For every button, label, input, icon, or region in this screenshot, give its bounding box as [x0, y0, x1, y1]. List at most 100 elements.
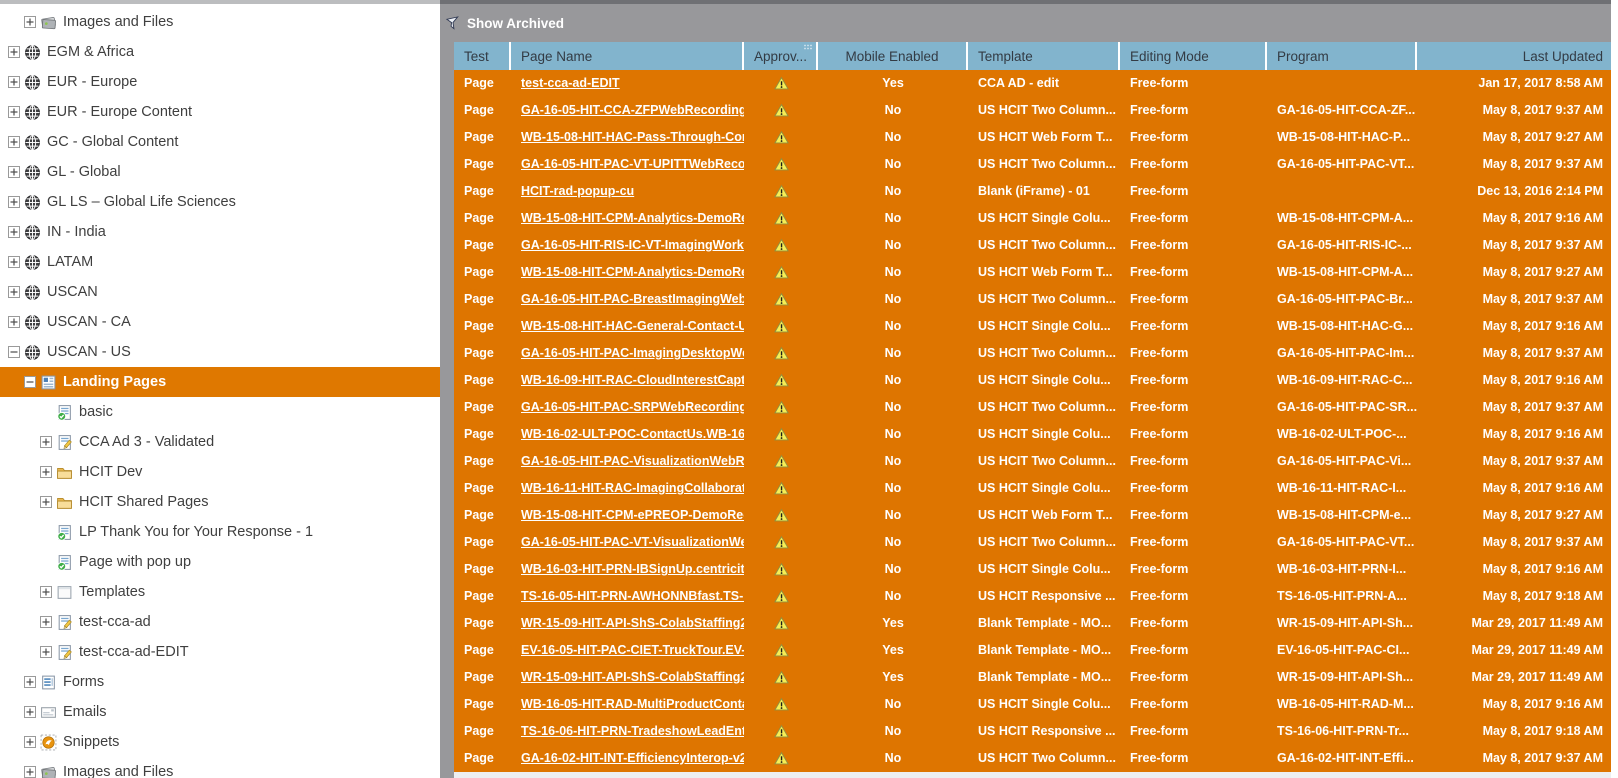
expander-icon[interactable] [40, 556, 52, 568]
expander-icon[interactable] [40, 406, 52, 418]
column-header-template[interactable]: Template [968, 42, 1120, 70]
column-header-approval[interactable]: Approv... [744, 42, 818, 70]
tree-item[interactable]: Emails [0, 697, 440, 727]
tree-item[interactable]: Templates [0, 577, 440, 607]
page-name-link[interactable]: WB-16-09-HIT-RAC-CloudInterestCaptu [521, 373, 744, 387]
tree-item[interactable]: Snippets [0, 727, 440, 757]
expander-icon[interactable] [24, 16, 36, 28]
page-name-link[interactable]: WB-16-02-ULT-POC-ContactUs.WB-16- [521, 427, 744, 441]
table-row[interactable]: Page WB-16-02-ULT-POC-ContactUs.WB-16- N… [454, 421, 1611, 448]
page-name-link[interactable]: WB-15-08-HIT-HAC-General-Contact-U [521, 319, 744, 333]
page-name-link[interactable]: GA-16-05-HIT-PAC-VT-UPITTWebRecor [521, 157, 744, 171]
show-archived-toggle[interactable]: Show Archived [467, 16, 564, 31]
column-header-mobile-enabled[interactable]: Mobile Enabled [818, 42, 968, 70]
table-row[interactable]: Page WR-15-09-HIT-API-ShS-ColabStaffing2… [454, 610, 1611, 637]
table-row[interactable]: Page HCIT-rad-popup-cu No Blank (iFrame)… [454, 178, 1611, 205]
tree-item[interactable]: EUR - Europe [0, 67, 440, 97]
table-row[interactable]: Page GA-16-02-HIT-INT-EfficiencyInterop-… [454, 745, 1611, 772]
table-row[interactable]: Page GA-16-05-HIT-CCA-ZFPWebRecording. N… [454, 97, 1611, 124]
tree-item[interactable]: GL - Global [0, 157, 440, 187]
page-name-link[interactable]: GA-16-05-HIT-PAC-SRPWebRecording. [521, 400, 744, 414]
table-row[interactable]: Page WB-16-09-HIT-RAC-CloudInterestCaptu… [454, 367, 1611, 394]
page-name-link[interactable]: WB-16-05-HIT-RAD-MultiProductConta [521, 697, 744, 711]
column-header-program[interactable]: Program [1267, 42, 1417, 70]
tree-item[interactable]: Images and Files [0, 757, 440, 778]
expander-icon[interactable] [8, 226, 20, 238]
page-name-link[interactable]: WB-15-08-HIT-CPM-Analytics-DemoRe [521, 265, 744, 279]
expander-icon[interactable] [8, 76, 20, 88]
tree-item[interactable]: HCIT Dev [0, 457, 440, 487]
expander-icon[interactable] [40, 496, 52, 508]
table-row[interactable]: Page GA-16-05-HIT-PAC-VisualizationWebRe… [454, 448, 1611, 475]
page-name-link[interactable]: WR-15-09-HIT-API-ShS-ColabStaffing2- [521, 670, 744, 684]
table-row[interactable]: Page TS-16-05-HIT-PRN-AWHONNBfast.TS-1 N… [454, 583, 1611, 610]
table-row[interactable]: Page test-cca-ad-EDIT Yes CCA AD - edit … [454, 70, 1611, 97]
page-name-link[interactable]: test-cca-ad-EDIT [521, 76, 620, 90]
tree-item[interactable]: LATAM [0, 247, 440, 277]
expander-icon[interactable] [40, 526, 52, 538]
tree-item[interactable]: LP Thank You for Your Response - 1 [0, 517, 440, 547]
table-row[interactable]: Page TS-16-06-HIT-PRN-TradeshowLeadEntr … [454, 718, 1611, 745]
expander-icon[interactable] [8, 316, 20, 328]
tree-item[interactable]: CCA Ad 3 - Validated [0, 427, 440, 457]
page-name-link[interactable]: GA-16-02-HIT-INT-EfficiencyInterop-v2 [521, 751, 744, 765]
table-row[interactable]: Page WB-15-08-HIT-CPM-ePREOP-DemoRec No … [454, 502, 1611, 529]
column-resize-grip-icon[interactable] [803, 44, 813, 51]
column-header-last-updated[interactable]: Last Updated [1417, 42, 1611, 70]
page-name-link[interactable]: WB-16-11-HIT-RAC-ImagingCollaborat [521, 481, 744, 495]
tree-item[interactable]: USCAN [0, 277, 440, 307]
table-row[interactable]: Page GA-16-05-HIT-PAC-VT-UPITTWebRecor N… [454, 151, 1611, 178]
tree-item[interactable]: Images and Files [0, 7, 440, 37]
column-header-test[interactable]: Test [454, 42, 511, 70]
page-name-link[interactable]: WB-15-08-HIT-CPM-ePREOP-DemoRec [521, 508, 744, 522]
expander-icon[interactable] [24, 706, 36, 718]
page-name-link[interactable]: GA-16-05-HIT-PAC-VisualizationWebRe [521, 454, 744, 468]
expander-icon[interactable] [24, 376, 36, 388]
funnel-icon[interactable] [445, 16, 460, 31]
tree-item[interactable]: EUR - Europe Content [0, 97, 440, 127]
expander-icon[interactable] [24, 766, 36, 778]
expander-icon[interactable] [40, 586, 52, 598]
page-name-link[interactable]: EV-16-05-HIT-PAC-CIET-TruckTour.EV-1 [521, 643, 744, 657]
expander-icon[interactable] [8, 196, 20, 208]
tree-item[interactable]: Page with pop up [0, 547, 440, 577]
table-row[interactable]: Page WR-15-09-HIT-API-ShS-ColabStaffing2… [454, 664, 1611, 691]
expander-icon[interactable] [8, 136, 20, 148]
column-header-editing-mode[interactable]: Editing Mode [1120, 42, 1267, 70]
table-row[interactable]: Page GA-16-05-HIT-PAC-VT-VisualizationWe… [454, 529, 1611, 556]
page-name-link[interactable]: GA-16-05-HIT-PAC-VT-VisualizationWel [521, 535, 744, 549]
tree-item[interactable]: IN - India [0, 217, 440, 247]
tree-item[interactable]: test-cca-ad [0, 607, 440, 637]
expander-icon[interactable] [8, 166, 20, 178]
expander-icon[interactable] [8, 346, 20, 358]
table-row[interactable]: Page GA-16-05-HIT-PAC-BreastImagingWeb N… [454, 286, 1611, 313]
page-name-link[interactable]: TS-16-05-HIT-PRN-AWHONNBfast.TS-1 [521, 589, 744, 603]
page-name-link[interactable]: WR-15-09-HIT-API-ShS-ColabStaffing2- [521, 616, 744, 630]
expander-icon[interactable] [24, 676, 36, 688]
expander-icon[interactable] [8, 286, 20, 298]
expander-icon[interactable] [24, 736, 36, 748]
expander-icon[interactable] [40, 466, 52, 478]
tree-item[interactable]: Forms [0, 667, 440, 697]
tree-item[interactable]: Landing Pages [0, 367, 440, 397]
page-name-link[interactable]: WB-16-03-HIT-PRN-IBSignUp.centricity [521, 562, 744, 576]
table-row[interactable]: Page WB-16-05-HIT-RAD-MultiProductConta … [454, 691, 1611, 718]
tree-item[interactable]: test-cca-ad-EDIT [0, 637, 440, 667]
table-row[interactable]: Page EV-16-05-HIT-PAC-CIET-TruckTour.EV-… [454, 637, 1611, 664]
tree-item[interactable]: basic [0, 397, 440, 427]
table-row[interactable]: Page GA-16-05-HIT-PAC-SRPWebRecording. N… [454, 394, 1611, 421]
column-header-page-name[interactable]: Page Name [511, 42, 744, 70]
page-name-link[interactable]: GA-16-05-HIT-PAC-ImagingDesktopWe [521, 346, 744, 360]
page-name-link[interactable]: GA-16-05-HIT-RIS-IC-VT-ImagingWorkf [521, 238, 744, 252]
page-name-link[interactable]: HCIT-rad-popup-cu [521, 184, 634, 198]
tree-item[interactable]: GC - Global Content [0, 127, 440, 157]
expander-icon[interactable] [40, 436, 52, 448]
table-row[interactable]: Page WB-16-03-HIT-PRN-IBSignUp.centricit… [454, 556, 1611, 583]
tree-item[interactable]: EGM & Africa [0, 37, 440, 67]
tree-item[interactable]: HCIT Shared Pages [0, 487, 440, 517]
expander-icon[interactable] [8, 106, 20, 118]
table-row[interactable]: Page GA-16-05-HIT-PAC-ImagingDesktopWe N… [454, 340, 1611, 367]
expander-icon[interactable] [8, 256, 20, 268]
page-name-link[interactable]: WB-15-08-HIT-HAC-Pass-Through-Con [521, 130, 744, 144]
expander-icon[interactable] [8, 46, 20, 58]
